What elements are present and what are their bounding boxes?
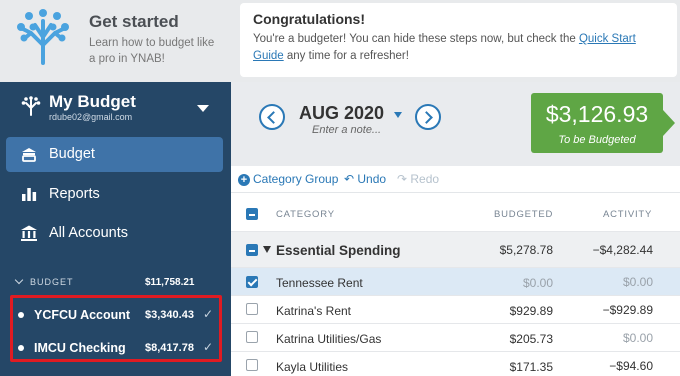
row-checkbox[interactable] [246, 359, 258, 371]
reconciled-check-icon: ✓ [203, 307, 214, 321]
undo-label: Undo [357, 172, 387, 186]
category-activity[interactable]: $0.00 [570, 275, 653, 289]
month-label[interactable]: AUG 2020 [299, 103, 384, 124]
group-budgeted: $5,278.78 [499, 243, 553, 257]
budget-tree-icon [21, 96, 41, 116]
budget-accounts-section-header[interactable]: BUDGET [14, 275, 74, 287]
category-group-name: Essential Spending [276, 243, 401, 258]
month-picker-caret-icon[interactable] [394, 112, 402, 118]
nav-reports-label: Reports [49, 186, 100, 202]
category-name[interactable]: Katrina's Rent [276, 304, 351, 318]
plus-circle-icon: + [238, 174, 250, 186]
account-name: YCFCU Account [34, 308, 131, 322]
category-group-label: Category Group [253, 172, 339, 186]
redo-icon: ↷ [397, 172, 411, 186]
account-item-ycfcu[interactable]: YCFCU Account $3,340.43 ✓ [18, 306, 218, 326]
row-checkbox[interactable] [246, 303, 258, 315]
collapse-caret-icon[interactable] [263, 246, 271, 253]
category-activity[interactable]: −$929.89 [570, 303, 653, 317]
category-name[interactable]: Tennessee Rent [276, 276, 363, 290]
category-activity[interactable]: −$94.60 [570, 359, 653, 373]
banner-title: Get started [89, 12, 179, 31]
redo-label: Redo [410, 172, 440, 186]
row-checkbox[interactable] [246, 276, 258, 288]
ynab-tree-logo-icon [17, 9, 69, 65]
group-checkbox[interactable] [246, 244, 258, 256]
to-be-budgeted-label: To be Budgeted [558, 134, 636, 146]
congrats-text-before: You're a budgeter! You can hide these st… [253, 33, 579, 45]
reconciled-check-icon: ✓ [203, 340, 214, 354]
category-budgeted[interactable]: $0.00 [470, 276, 553, 290]
account-dot-icon [18, 312, 24, 318]
account-name: IMCU Checking [34, 341, 126, 355]
congrats-title: Congratulations! [253, 11, 365, 27]
congratulations-card: Congratulations! You're a budgeter! You … [240, 3, 677, 77]
undo-button[interactable]: ↶ Undo [344, 172, 386, 186]
budget-icon [22, 148, 36, 162]
month-note-input[interactable]: Enter a note... [312, 124, 381, 136]
section-label: BUDGET [30, 277, 74, 287]
category-budgeted[interactable]: $929.89 [470, 304, 553, 318]
nav-all-accounts[interactable]: All Accounts [6, 216, 223, 251]
next-month-button[interactable] [415, 104, 441, 130]
to-be-budgeted-amount: $3,126.93 [545, 101, 649, 127]
banner-subtitle: Learn how to budget like a pro in YNAB! [89, 37, 215, 65]
undo-icon: ↶ [344, 172, 358, 186]
category-name[interactable]: Katrina Utilities/Gas [276, 332, 381, 346]
category-budgeted[interactable]: $205.73 [470, 332, 553, 346]
nav-reports[interactable]: Reports [6, 177, 223, 212]
category-name[interactable]: Kayla Utilities [276, 360, 348, 374]
redo-button[interactable]: ↷ Redo [397, 172, 439, 186]
category-activity[interactable]: $0.00 [570, 331, 653, 345]
add-category-group-button[interactable]: + Category Group [238, 172, 338, 186]
reports-icon [22, 188, 37, 201]
column-header-budgeted[interactable]: BUDGETED [494, 209, 553, 220]
congrats-text-after: any time for a refresher! [283, 50, 409, 62]
section-total: $11,758.21 [145, 277, 195, 288]
account-dot-icon [18, 345, 24, 351]
account-item-imcu[interactable]: IMCU Checking $8,417.78 ✓ [18, 339, 218, 359]
congrats-message: You're a budgeter! You can hide these st… [253, 31, 664, 65]
budget-email: rdube02@gmail.com [49, 112, 133, 122]
column-header-category[interactable]: CATEGORY [276, 209, 335, 220]
account-balance: $3,340.43 [145, 309, 194, 321]
nav-budget-label: Budget [49, 146, 95, 162]
nav-all-accounts-label: All Accounts [49, 225, 128, 241]
select-all-checkbox[interactable] [246, 208, 258, 220]
budget-name[interactable]: My Budget [49, 92, 136, 112]
column-header-activity[interactable]: ACTIVITY [603, 209, 652, 220]
nav-budget[interactable]: Budget [6, 137, 223, 172]
row-checkbox[interactable] [246, 331, 258, 343]
account-balance: $8,417.78 [145, 342, 194, 354]
group-activity: −$4,282.44 [592, 243, 653, 257]
to-be-budgeted-banner: $3,126.93 To be Budgeted [531, 93, 675, 153]
bank-icon [21, 225, 37, 241]
previous-month-button[interactable] [259, 104, 285, 130]
chevron-down-icon [14, 275, 24, 285]
category-budgeted[interactable]: $171.35 [470, 360, 553, 374]
budget-menu-caret-icon[interactable] [197, 105, 209, 112]
